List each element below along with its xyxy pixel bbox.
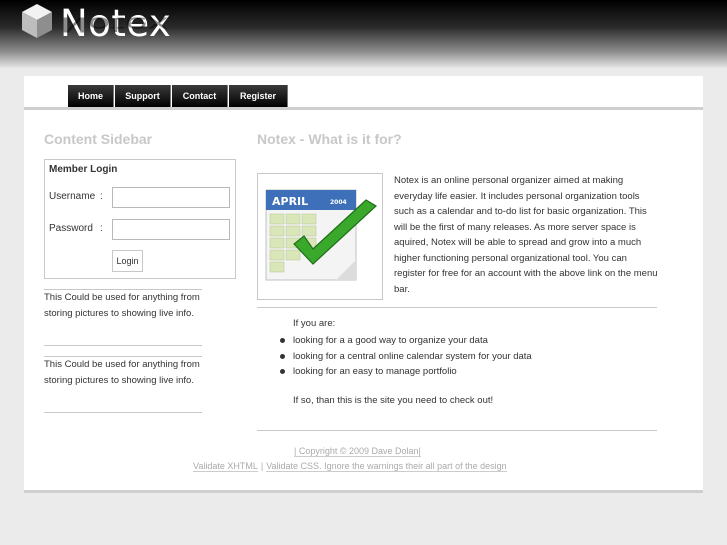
main-container: Home Support Contact Register Content Si… <box>24 76 703 491</box>
list-item: looking for a central online calendar sy… <box>280 349 532 365</box>
username-separator: : <box>100 191 103 202</box>
login-button[interactable]: Login <box>112 250 143 272</box>
list-item: looking for an easy to manage portfolio <box>280 364 532 380</box>
nav-home[interactable]: Home <box>68 85 114 107</box>
nav-register[interactable]: Register <box>229 85 288 107</box>
logo-reflection: Notex <box>60 12 169 36</box>
password-input[interactable] <box>112 219 230 240</box>
login-form: Member Login Username : Password : Login <box>44 159 236 279</box>
page-title: Notex - What is it for? <box>257 131 402 147</box>
username-label: Username <box>49 191 96 202</box>
username-input[interactable] <box>112 187 230 208</box>
calendar-year: 2004 <box>330 199 347 206</box>
cube-logo-icon <box>22 4 52 38</box>
if-you-are-text: If you are: <box>293 318 336 329</box>
password-label: Password <box>49 223 93 234</box>
login-title: Member Login <box>49 164 118 175</box>
copyright: | Copyright © 2009 Dave Dolan| <box>294 446 421 457</box>
nav-support[interactable]: Support <box>115 85 171 107</box>
sidebar-title: Content Sidebar <box>44 131 153 147</box>
validate-xhtml-link[interactable]: Validate XHTML <box>193 461 258 472</box>
nav-bar: Home Support Contact Register <box>24 76 703 110</box>
divider <box>257 307 657 308</box>
sidebar-note: This Could be used for anything from sto… <box>44 289 202 346</box>
intro-text: Notex is an online personal organizer ai… <box>394 175 658 295</box>
divider <box>257 430 657 431</box>
footer-separator: | <box>260 461 264 471</box>
main-nav: Home Support Contact Register <box>68 85 289 107</box>
password-separator: : <box>100 223 103 234</box>
validate-css-link[interactable]: Validate CSS. Ignore the warnings their … <box>266 461 507 472</box>
nav-contact[interactable]: Contact <box>172 85 228 107</box>
calendar-check-icon: APRIL 2004 <box>265 189 377 281</box>
feature-list: looking for a a good way to organize you… <box>280 333 532 380</box>
sidebar-note: This Could be used for anything from sto… <box>44 356 202 413</box>
bottom-border <box>24 490 703 493</box>
site-header: Notex Notex <box>0 0 727 68</box>
closing-text: If so, than this is the site you need to… <box>293 395 494 406</box>
calendar-image: APRIL 2004 <box>257 173 383 300</box>
footer-links: Validate XHTML | Validate CSS. Ignore th… <box>193 461 507 472</box>
list-item: looking for a a good way to organize you… <box>280 333 532 349</box>
calendar-month: APRIL <box>272 195 308 208</box>
